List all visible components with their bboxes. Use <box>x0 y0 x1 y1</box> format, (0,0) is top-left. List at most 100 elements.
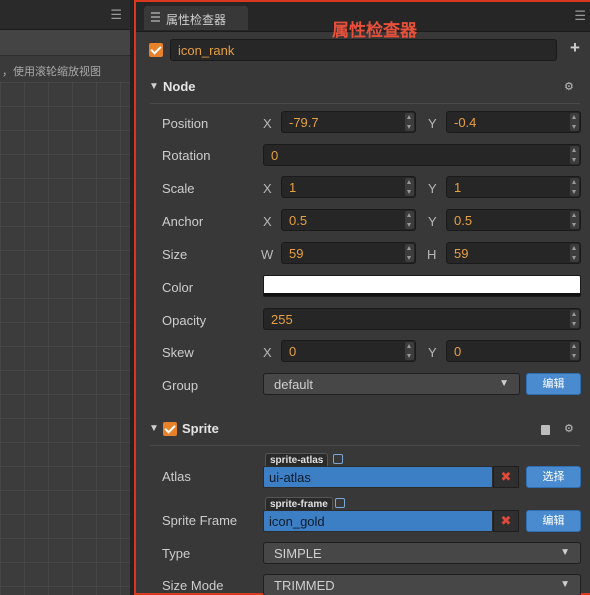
section-divider <box>150 103 580 104</box>
external-link-icon[interactable] <box>333 454 343 464</box>
scene-panel: ☰ ，使用滚轮缩放视图 <box>0 0 130 595</box>
node-section-title: Node <box>163 79 196 94</box>
position-x-value: -79.7 <box>289 115 319 130</box>
gear-icon[interactable]: ⚙ <box>564 80 574 93</box>
position-label: Position <box>162 116 209 131</box>
gear-icon[interactable]: ⚙ <box>564 422 574 435</box>
edit-group-button[interactable]: 编辑 <box>526 373 581 395</box>
chevron-down-icon: ▼ <box>560 547 570 558</box>
anchor-label: Anchor <box>162 214 204 229</box>
size-width-input[interactable]: 59 <box>281 242 416 264</box>
stepper-icon[interactable] <box>405 113 414 131</box>
select-atlas-button[interactable]: 选择 <box>526 466 581 488</box>
type-select[interactable]: SIMPLE ▼ <box>263 542 581 564</box>
sprite-frame-value: icon_gold <box>269 514 325 529</box>
position-y-value: -0.4 <box>454 115 477 130</box>
group-select[interactable]: default ▼ <box>263 373 520 395</box>
drag-grip-icon[interactable] <box>151 12 160 23</box>
collapse-arrow-icon[interactable]: ▼ <box>149 423 159 434</box>
skew-x-axis-label: X <box>263 345 272 360</box>
scene-panel-header: ☰ <box>0 0 130 30</box>
stepper-icon[interactable] <box>570 244 579 262</box>
collapse-arrow-icon[interactable]: ▼ <box>149 81 159 92</box>
stepper-icon[interactable] <box>570 113 579 131</box>
position-y-axis-label: Y <box>428 116 437 131</box>
sprite-section-header[interactable]: ▼ Sprite ⚙ <box>136 415 590 445</box>
node-section-header[interactable]: ▼ Node ⚙ <box>136 73 590 103</box>
size-mode-select[interactable]: TRIMMED ▼ <box>263 574 581 595</box>
skew-y-value: 0 <box>454 344 462 359</box>
plus-icon[interactable]: + <box>570 38 580 58</box>
scale-x-value: 1 <box>289 180 297 195</box>
atlas-value: ui-atlas <box>269 470 311 485</box>
skew-y-axis-label: Y <box>428 345 437 360</box>
scene-grid[interactable] <box>0 82 130 595</box>
scene-hint-text: ，使用滚轮缩放视图 <box>2 66 101 78</box>
anchor-y-input[interactable]: 0.5 <box>446 209 581 231</box>
stepper-icon[interactable] <box>570 211 579 229</box>
hamburger-menu-icon[interactable]: ☰ <box>110 7 122 23</box>
help-book-icon[interactable] <box>541 425 550 435</box>
stepper-icon[interactable] <box>405 178 414 196</box>
stepper-icon[interactable] <box>570 178 579 196</box>
hamburger-menu-icon[interactable]: ☰ <box>574 8 586 24</box>
tab-inspector[interactable]: 属性检查器 <box>144 6 248 30</box>
opacity-input[interactable]: 255 <box>263 308 581 330</box>
node-name-value: icon_rank <box>178 43 235 58</box>
edit-sprite-frame-button[interactable]: 编辑 <box>526 510 581 532</box>
scale-y-value: 1 <box>454 180 462 195</box>
scale-x-axis-label: X <box>263 181 272 196</box>
atlas-type-tag: sprite-atlas <box>265 453 329 467</box>
tab-label: 属性检查器 <box>166 13 227 27</box>
sprite-frame-label: Sprite Frame <box>162 513 238 528</box>
sprite-frame-asset-field[interactable]: icon_gold <box>263 510 493 532</box>
stepper-icon[interactable] <box>570 342 579 360</box>
node-name-input[interactable]: icon_rank <box>170 39 557 61</box>
group-label: Group <box>162 378 199 393</box>
type-label: Type <box>162 546 191 561</box>
scale-x-input[interactable]: 1 <box>281 176 416 198</box>
atlas-label: Atlas <box>162 469 191 484</box>
stepper-icon[interactable] <box>405 211 414 229</box>
anchor-x-value: 0.5 <box>289 213 308 228</box>
clear-sprite-frame-icon[interactable]: ✖ <box>493 510 519 532</box>
opacity-label: Opacity <box>162 313 207 328</box>
anchor-x-input[interactable]: 0.5 <box>281 209 416 231</box>
skew-x-input[interactable]: 0 <box>281 340 416 362</box>
skew-y-input[interactable]: 0 <box>446 340 581 362</box>
rotation-input[interactable]: 0 <box>263 144 581 166</box>
rotation-value: 0 <box>271 148 279 163</box>
group-value: default <box>274 377 314 392</box>
sprite-frame-type-tag: sprite-frame <box>265 497 333 511</box>
size-mode-value: TRIMMED <box>274 578 335 593</box>
chevron-down-icon: ▼ <box>499 378 509 389</box>
node-active-checkbox[interactable] <box>149 43 163 57</box>
clear-atlas-icon[interactable]: ✖ <box>493 466 519 488</box>
external-link-icon[interactable] <box>335 498 345 508</box>
position-y-input[interactable]: -0.4 <box>446 111 581 133</box>
stepper-icon[interactable] <box>570 310 579 328</box>
stepper-icon[interactable] <box>405 342 414 360</box>
opacity-value: 255 <box>271 312 293 327</box>
skew-x-value: 0 <box>289 344 297 359</box>
size-width-value: 59 <box>289 246 304 261</box>
type-value: SIMPLE <box>274 546 322 561</box>
anchor-y-axis-label: Y <box>428 214 437 229</box>
color-label: Color <box>162 280 194 295</box>
size-mode-label: Size Mode <box>162 578 224 593</box>
size-height-input[interactable]: 59 <box>446 242 581 264</box>
size-h-axis-label: H <box>427 247 437 262</box>
color-swatch[interactable] <box>263 275 581 297</box>
size-w-axis-label: W <box>261 247 274 262</box>
stepper-icon[interactable] <box>570 146 579 164</box>
inspector-panel: 属性检查器 ☰ 属性检查器 icon_rank + ▼ Node ⚙ Posit… <box>134 0 590 595</box>
anchor-y-value: 0.5 <box>454 213 473 228</box>
section-divider <box>150 445 580 446</box>
sprite-enabled-checkbox[interactable] <box>163 422 177 436</box>
scale-label: Scale <box>162 181 195 196</box>
scale-y-input[interactable]: 1 <box>446 176 581 198</box>
atlas-asset-field[interactable]: ui-atlas <box>263 466 493 488</box>
inspector-annotation-title: 属性检查器 <box>332 21 417 40</box>
position-x-input[interactable]: -79.7 <box>281 111 416 133</box>
stepper-icon[interactable] <box>405 244 414 262</box>
